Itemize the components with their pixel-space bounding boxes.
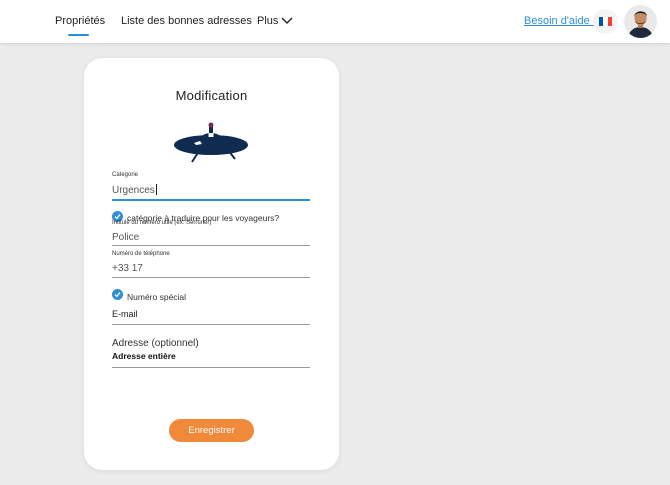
phone-underline [112,277,310,278]
category-underline [112,199,310,201]
phone-input[interactable]: +33 17 [112,263,143,274]
email-input[interactable]: E-mail [112,309,138,319]
address-input[interactable]: Adresse entière [112,351,176,361]
number-title-underline [112,245,310,246]
category-label: Categorie [112,172,139,178]
number-title-input[interactable]: Police [112,232,139,243]
save-button[interactable]: Enregistrer [169,419,254,442]
text-cursor [155,184,157,195]
number-title-label: Intitulé du numéro utile (ex: Serrurier) [112,220,212,226]
active-tab-indicator [68,34,89,36]
form-title: Modification [175,88,248,103]
address-underline [112,367,310,368]
edit-form-card: Modification Categorie Urgences catégori… [84,58,339,470]
nav-item-properties[interactable]: Propriétés [55,15,105,27]
language-selector[interactable] [593,9,618,34]
chevron-down-icon[interactable] [281,16,293,25]
category-value: Urgences [112,185,155,196]
top-navigation-bar: Propriétés Liste des bonnes adresses Plu… [0,0,670,43]
address-heading: Adresse (optionnel) [112,338,199,349]
category-input[interactable]: Urgences [112,184,157,196]
phone-label: Numéro de téléphone [112,251,170,257]
ufo-illustration [174,122,248,163]
special-number-label: Numéro spécial [127,292,187,302]
nav-item-more[interactable]: Plus [257,15,278,27]
email-underline [112,324,310,325]
user-avatar[interactable] [624,5,657,38]
nav-item-address-list[interactable]: Liste des bonnes adresses [121,15,252,27]
check-icon [114,214,121,220]
check-icon [114,292,121,298]
special-number-checkbox[interactable] [112,289,123,300]
help-link[interactable]: Besoin d'aide ? [524,15,599,27]
french-flag-icon [599,17,612,26]
